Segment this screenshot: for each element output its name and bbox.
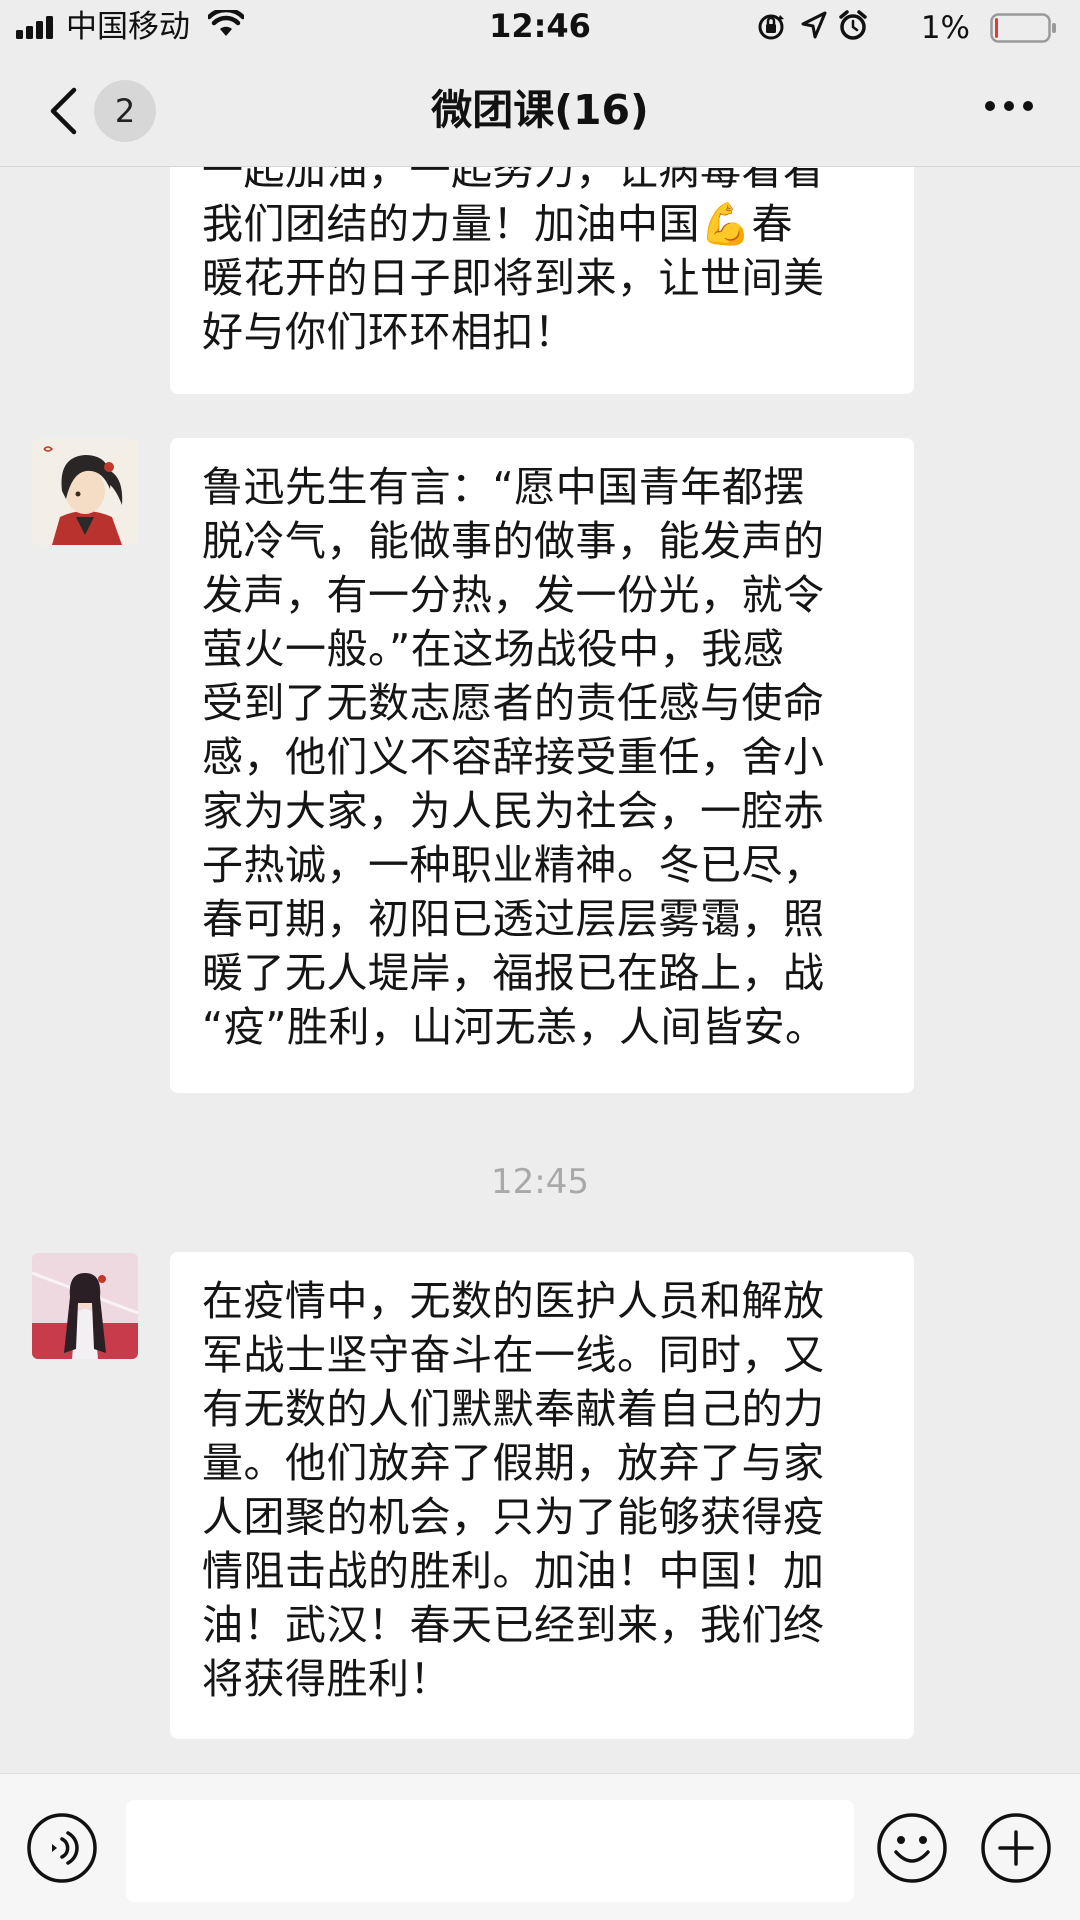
message-line: 脱冷气，能做事的做事，能发声的 bbox=[202, 517, 825, 565]
nav-bar: 2 微团课(16) bbox=[0, 56, 1080, 167]
status-icons: 1% bbox=[758, 9, 1060, 46]
location-icon bbox=[801, 11, 827, 39]
message-list[interactable]: 一起加油，一起努力，让病毒看看 我们团结的力量！加油中国💪春 暖花开的日子即将到… bbox=[0, 167, 1080, 1773]
message-bubble[interactable]: 鲁迅先生有言：“愿中国青年都摆 脱冷气，能做事的做事，能发声的 发声，有一分热，… bbox=[170, 438, 914, 1093]
message-bubble[interactable]: 一起加油，一起努力，让病毒看看 我们团结的力量！加油中国💪春 暖花开的日子即将到… bbox=[170, 167, 914, 394]
message-line: 油！武汉！春天已经到来，我们终 bbox=[202, 1601, 825, 1649]
message-line: 有无数的人们默默奉献着自己的力 bbox=[202, 1385, 825, 1433]
message-line: 发声，有一分热，发一份光，就令 bbox=[202, 571, 825, 619]
message-line: 暖了无人堤岸，福报已在路上，战 bbox=[202, 949, 825, 997]
chat-title: 微团课(16) bbox=[431, 86, 649, 134]
message-line: 鲁迅先生有言：“愿中国青年都摆 bbox=[202, 463, 805, 511]
battery-percent: 1% bbox=[920, 10, 970, 46]
input-bar bbox=[0, 1773, 1080, 1920]
message-line: 人团聚的机会，只为了能够获得疫 bbox=[202, 1493, 825, 1541]
message-line: 好与你们环环相扣！ bbox=[202, 308, 576, 356]
message-line: 暖花开的日子即将到来，让世间美 bbox=[202, 254, 825, 302]
timestamp: 12:45 bbox=[491, 1162, 589, 1202]
more-icon[interactable] bbox=[984, 100, 1034, 112]
message-bubble[interactable]: 在疫情中，无数的医护人员和解放 军战士坚守奋斗在一线。同时，又 有无数的人们默默… bbox=[170, 1252, 914, 1739]
plus-icon[interactable] bbox=[980, 1812, 1052, 1884]
message-line: 感，他们义不容辞接受重任，舍小 bbox=[202, 733, 825, 781]
message-line: 量。他们放弃了假期，放弃了与家 bbox=[202, 1439, 825, 1487]
orientation-lock-icon bbox=[758, 14, 784, 40]
voice-icon[interactable] bbox=[26, 1812, 98, 1884]
message-line: 受到了无数志愿者的责任感与使命 bbox=[202, 679, 825, 727]
message-line: 家为大家，为人民为社会，一腔赤 bbox=[202, 787, 825, 835]
message-line: 情阻击战的胜利。加油！中国！加 bbox=[202, 1547, 825, 1595]
avatar-image bbox=[32, 439, 138, 545]
status-bar: 中国移动 12:46 1% bbox=[0, 0, 1080, 56]
alarm-icon bbox=[839, 10, 867, 40]
message-line: “疫”胜利，山河无恙，人间皆安。 bbox=[202, 1003, 827, 1051]
avatar[interactable] bbox=[32, 439, 138, 545]
emoji-icon[interactable] bbox=[876, 1812, 948, 1884]
message-line: 军战士坚守奋斗在一线。同时，又 bbox=[202, 1331, 825, 1379]
chat-screen: 中国移动 12:46 1% 2 微团课(16) 一起加油，一起努力，让病毒看看 … bbox=[0, 0, 1080, 1920]
message-line: 在疫情中，无数的医护人员和解放 bbox=[202, 1277, 825, 1325]
avatar-image bbox=[32, 1253, 138, 1359]
message-line: 一起加油，一起努力，让病毒看看 bbox=[202, 167, 825, 194]
battery-icon bbox=[990, 13, 1056, 43]
message-input[interactable] bbox=[126, 1800, 854, 1902]
message-line: 子热诚，一种职业精神。冬已尽， bbox=[202, 841, 825, 889]
message-line: 将获得胜利！ bbox=[202, 1655, 451, 1703]
avatar[interactable] bbox=[32, 1253, 138, 1359]
message-line: 萤火一般。”在这场战役中，我感 bbox=[202, 625, 785, 673]
message-line: 春可期，初阳已透过层层雾霭，照 bbox=[202, 895, 825, 943]
message-line: 我们团结的力量！加油中国💪春 bbox=[202, 200, 794, 248]
